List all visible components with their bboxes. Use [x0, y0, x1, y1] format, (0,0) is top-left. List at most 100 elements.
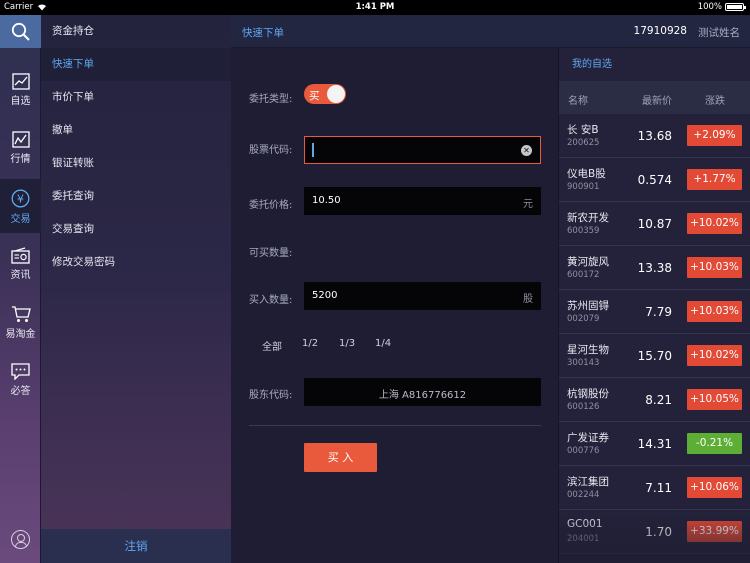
stock-price: 10.87 [637, 217, 672, 231]
change-badge: +10.05% [687, 389, 742, 410]
submenu-item-market-order[interactable]: 市价下单 [41, 81, 231, 114]
table-row[interactable]: 杭钢股份 600126 8.21 +10.05% [559, 378, 750, 422]
rail-item-market[interactable]: 行情 [0, 121, 41, 175]
user-icon[interactable] [11, 530, 30, 549]
stock-code: 200625 [567, 138, 600, 148]
watchlist-title: 我的自选 [572, 59, 612, 70]
table-row[interactable]: 仪电B股 900901 0.574 +1.77% [559, 158, 750, 202]
change-badge: +2.09% [687, 125, 742, 146]
rail-item-trade[interactable]: ¥ 交易 [0, 179, 41, 233]
stock-price: 14.31 [637, 437, 672, 451]
rail-label: 资讯 [10, 270, 31, 281]
stock-name: 滨江集团 [567, 476, 609, 488]
table-row[interactable]: 黄河旋风 600172 13.38 +10.03% [559, 246, 750, 290]
stock-name: 广发证券 [567, 432, 609, 444]
table-row[interactable]: 滨江集团 002244 7.11 +10.06% [559, 466, 750, 510]
column-change: 涨跌 [705, 96, 725, 107]
toggle-knob [327, 85, 345, 103]
fraction-all-button[interactable]: 全部 [262, 338, 282, 353]
account-number: 17910928 [633, 25, 687, 37]
stock-code: 000776 [567, 446, 600, 456]
rail-item-news[interactable]: 资讯 [0, 237, 41, 291]
quantity-label: 买入数量: [249, 295, 293, 306]
price-unit: 元 [523, 199, 533, 210]
trade-submenu: 资金持仓 快速下单 市价下单 撤单 银证转账 委托查询 交易查询 修改交易密码 … [41, 15, 231, 563]
stock-price: 8.21 [645, 393, 672, 407]
stock-name: 杭钢股份 [567, 388, 609, 400]
order-type-value: 买 [309, 90, 320, 102]
stock-code: 600172 [567, 270, 600, 280]
stock-name: 星河生物 [567, 344, 609, 356]
stock-name: 新农开发 [567, 212, 609, 224]
rail-label: 交易 [10, 214, 31, 225]
rail-label: 行情 [10, 154, 31, 165]
change-badge: +10.03% [687, 257, 742, 278]
holder-code-value: 上海 A816776612 [378, 390, 467, 401]
clear-icon[interactable]: ✕ [521, 145, 532, 156]
page-title: 快速下单 [242, 27, 284, 39]
stock-code: 204001 [567, 534, 600, 544]
stock-name: 长 安B [567, 124, 599, 136]
stock-name: 苏州固锝 [567, 300, 609, 312]
fraction-quarter-button[interactable]: 1/4 [375, 338, 391, 349]
stock-code: 600359 [567, 226, 600, 236]
price-value: 10.50 [312, 195, 341, 206]
submenu-item-cancel-order[interactable]: 撤单 [41, 114, 231, 147]
change-badge: +33.99% [687, 521, 742, 542]
change-badge: +10.02% [687, 213, 742, 234]
stock-price: 0.574 [637, 173, 672, 187]
submenu-item-bank-transfer[interactable]: 银证转账 [41, 147, 231, 180]
change-badge: +1.77% [687, 169, 742, 190]
stock-name: 黄河旋风 [567, 256, 609, 268]
user-name: 测试姓名 [698, 27, 740, 39]
submenu-item-quick-order[interactable]: 快速下单 [41, 48, 231, 81]
stock-price: 13.38 [637, 261, 672, 275]
stock-price: 7.11 [645, 481, 672, 495]
chat-bubble-icon [11, 363, 30, 380]
buy-button[interactable]: 买 入 [304, 443, 377, 472]
watchlist-header: 名称 最新价 涨跌 [559, 81, 750, 114]
submenu-item-change-password[interactable]: 修改交易密码 [41, 246, 231, 279]
table-row[interactable]: 星河生物 300143 15.70 +10.02% [559, 334, 750, 378]
holder-code-select[interactable]: 上海 A816776612 [304, 378, 541, 406]
stock-price: 15.70 [637, 349, 672, 363]
stock-code: 002079 [567, 314, 600, 324]
column-name: 名称 [568, 96, 588, 107]
search-button[interactable] [0, 15, 41, 48]
divider [249, 425, 541, 426]
svg-text:¥: ¥ [17, 193, 24, 206]
table-row[interactable]: 苏州固锝 002079 7.79 +10.03% [559, 290, 750, 334]
price-input[interactable]: 10.50 元 [304, 187, 541, 215]
watchlist-rows: 长 安B 200625 13.68 +2.09% 仪电B股 900901 0.574 +1.7… [559, 114, 750, 554]
table-row[interactable]: 新农开发 600359 10.87 +10.02% [559, 202, 750, 246]
page-header: 快速下单 17910928 测试姓名 [231, 15, 750, 48]
rail-item-watchlist[interactable]: 自选 [0, 63, 41, 117]
submenu-item-positions[interactable]: 资金持仓 [41, 15, 231, 48]
stock-name: GC001 [567, 518, 603, 530]
table-row[interactable]: 长 安B 200625 13.68 +2.09% [559, 114, 750, 158]
shopping-cart-icon [11, 306, 31, 322]
change-badge: +10.02% [687, 345, 742, 366]
submenu-item-order-query[interactable]: 委托查询 [41, 180, 231, 213]
yuan-icon: ¥ [11, 189, 30, 208]
stock-code: 900901 [567, 182, 600, 192]
order-type-label: 委托类型: [249, 94, 293, 105]
watchlist-panel: 我的自选 名称 最新价 涨跌 长 安B 200625 13.68 +2.09% 仪电B股… [558, 48, 750, 563]
fraction-third-button[interactable]: 1/3 [339, 338, 355, 349]
order-form: 委托类型: 买 股票代码: ✕ 委托价格: 10.50 元 可买数量: 买入数量… [231, 48, 558, 563]
chart-up-icon [11, 73, 30, 90]
rail-item-qa[interactable]: 必答 [0, 353, 41, 407]
rail-label: 必答 [10, 386, 31, 397]
submenu-item-trade-query[interactable]: 交易查询 [41, 213, 231, 246]
quantity-input[interactable]: 5200 股 [304, 282, 541, 310]
stock-price: 1.70 [645, 525, 672, 539]
rail-item-mall[interactable]: 易淘金 [0, 295, 41, 349]
order-type-toggle[interactable]: 买 [304, 84, 346, 104]
logout-button[interactable]: 注销 [41, 529, 231, 563]
search-icon [11, 22, 30, 41]
fraction-half-button[interactable]: 1/2 [302, 338, 318, 349]
table-row[interactable]: 广发证券 000776 14.31 -0.21% [559, 422, 750, 466]
stock-code-input[interactable]: ✕ [304, 136, 541, 164]
table-row[interactable]: GC001 204001 1.70 +33.99% [559, 510, 750, 554]
available-quantity-label: 可买数量: [249, 248, 293, 259]
